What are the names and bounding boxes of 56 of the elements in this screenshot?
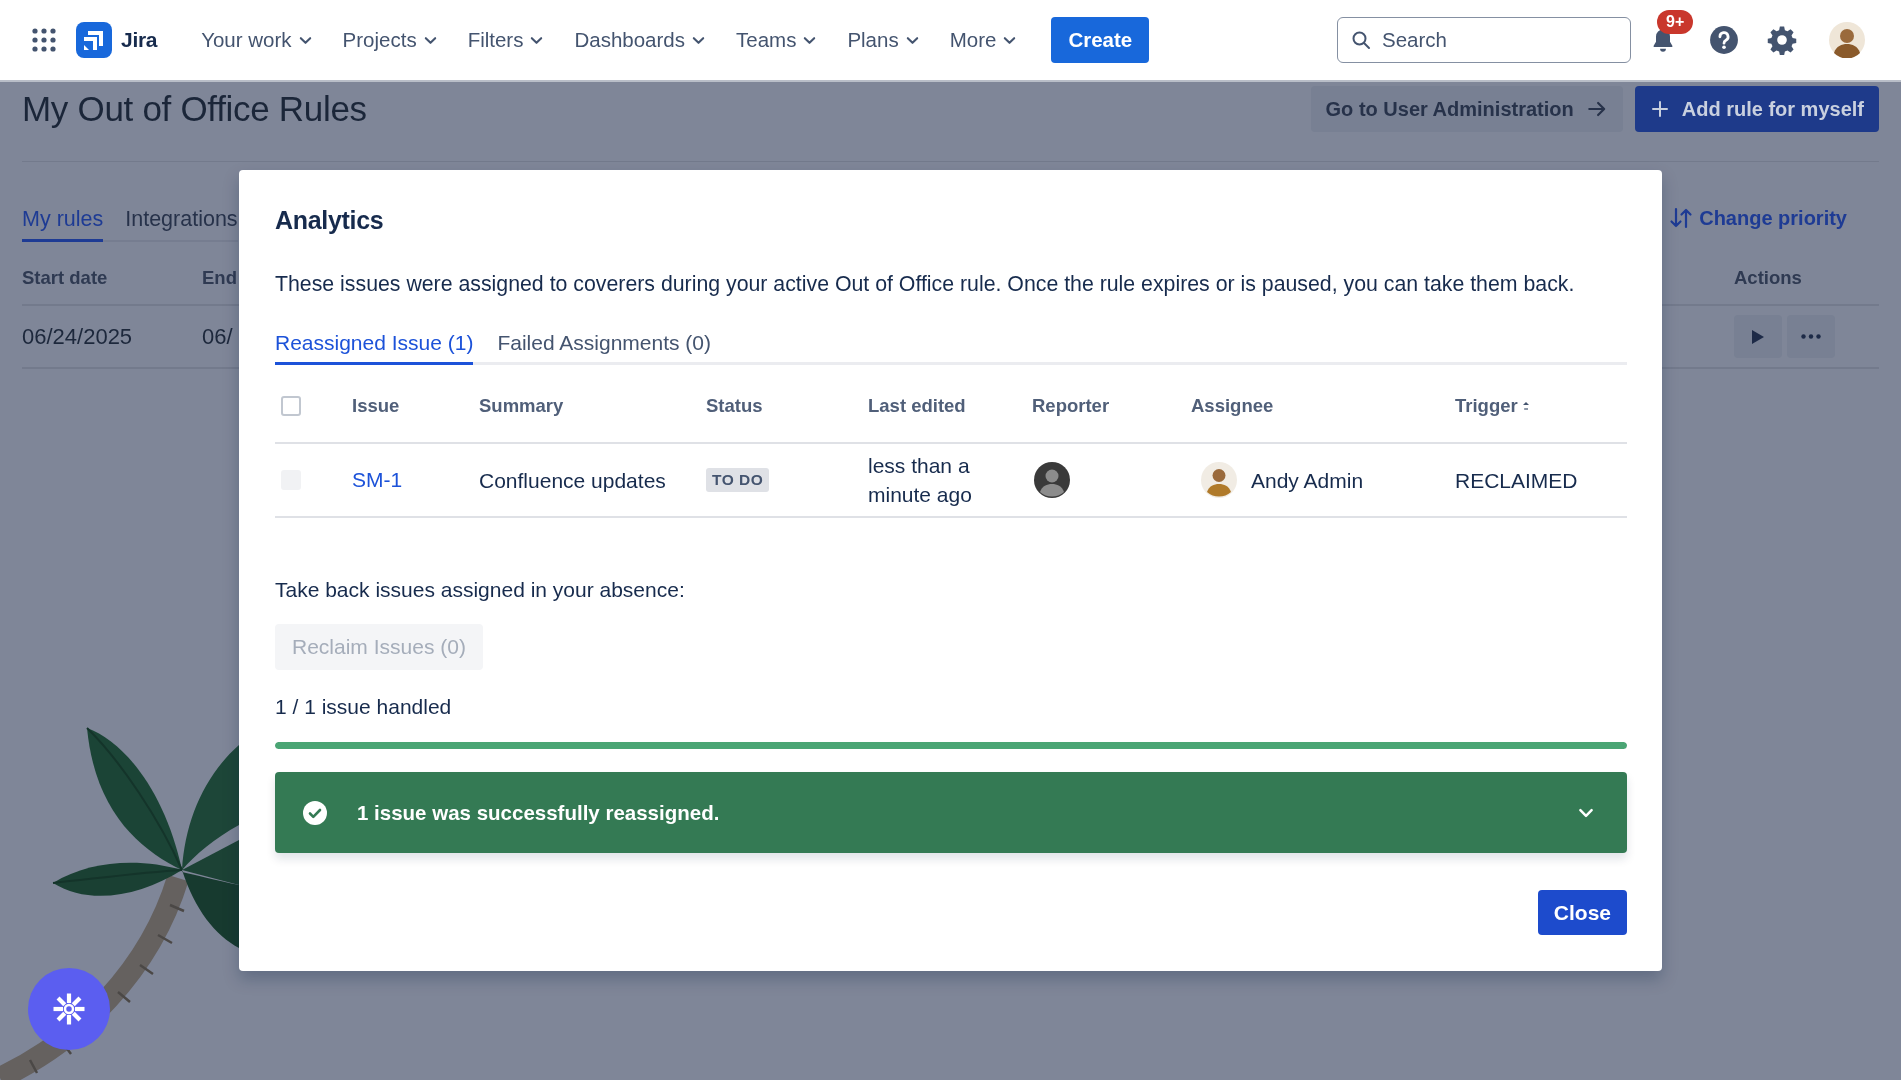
avatar-icon bbox=[1201, 462, 1237, 498]
nav-menu-button[interactable]: Projects bbox=[334, 20, 446, 60]
table-cell: 06/ bbox=[202, 323, 233, 350]
column-header: Actions bbox=[1734, 267, 1802, 289]
banner-message: 1 issue was successfully reassigned. bbox=[357, 800, 721, 825]
settings-icon[interactable] bbox=[1767, 25, 1797, 55]
nav-menu-button[interactable]: More bbox=[941, 20, 1026, 60]
column-header: Reporter bbox=[1032, 394, 1110, 417]
reclaim-prompt: Take back issues assigned in your absence: bbox=[275, 577, 686, 602]
tab[interactable]: Integrations bbox=[125, 207, 238, 242]
profile-avatar-icon[interactable] bbox=[1829, 22, 1865, 58]
status-lozenge: TO DO bbox=[706, 468, 770, 492]
sort-icon[interactable] bbox=[1521, 399, 1530, 412]
nav-menu-button[interactable]: Your work bbox=[193, 20, 321, 60]
checkbox[interactable] bbox=[281, 395, 301, 416]
assignee-name: Andy Admin bbox=[1251, 467, 1364, 494]
search-icon bbox=[1351, 30, 1371, 50]
check-circle-icon bbox=[302, 799, 328, 826]
plus-icon bbox=[1649, 99, 1670, 119]
product-name[interactable]: Jira bbox=[121, 28, 158, 52]
nav-menu-button[interactable]: Teams bbox=[728, 20, 826, 60]
sort-arrows-icon bbox=[1669, 206, 1694, 230]
page-title: My Out of Office Rules bbox=[22, 89, 367, 129]
column-header: Summary bbox=[479, 394, 564, 417]
more-icon bbox=[1801, 334, 1821, 339]
tab[interactable]: Reassigned Issue (1) bbox=[275, 330, 474, 365]
nav-menu-button[interactable]: Dashboards bbox=[566, 20, 714, 60]
create-button[interactable]: Create bbox=[1051, 17, 1150, 63]
add-rule-button[interactable]: Add rule for myself bbox=[1634, 86, 1879, 132]
dialog-title: Analytics bbox=[275, 205, 385, 236]
notification-count: 9+ bbox=[1657, 10, 1694, 34]
table-cell-text: RECLAIMED bbox=[1455, 467, 1578, 494]
tab[interactable]: Failed Assignments (0) bbox=[497, 330, 712, 365]
column-header: Issue bbox=[352, 394, 400, 417]
play-icon bbox=[1751, 328, 1765, 345]
progress-label: 1 / 1 issue handled bbox=[275, 694, 453, 719]
dialog-description: These issues were assigned to coverers during your active Out of Office rule. Once the rule expires or is paused, you can take them back. bbox=[275, 272, 1576, 297]
resume-button[interactable] bbox=[1734, 315, 1782, 358]
column-header: Assignee bbox=[1191, 394, 1274, 417]
column-header: Status bbox=[706, 394, 763, 417]
table-cell-text: Confluence updates bbox=[479, 467, 666, 494]
column-header: Trigger bbox=[1455, 394, 1518, 417]
nav-menu-button[interactable]: Plans bbox=[839, 20, 928, 60]
column-header: End bbox=[202, 267, 237, 289]
column-header: Last edited bbox=[868, 394, 966, 417]
close-button[interactable]: Close bbox=[1537, 890, 1627, 935]
logo-icon[interactable] bbox=[76, 22, 112, 58]
search-field[interactable]: Search bbox=[1337, 17, 1631, 63]
app-switcher-icon[interactable] bbox=[32, 28, 56, 52]
table-cell-text: less than a minute ago bbox=[868, 453, 973, 508]
avatar-icon bbox=[1034, 462, 1070, 498]
table-cell: 06/24/2025 bbox=[22, 323, 133, 350]
help-icon[interactable] bbox=[1709, 25, 1739, 55]
column-header: Start date bbox=[22, 267, 108, 289]
nav-menu-button[interactable]: Filters bbox=[459, 20, 553, 60]
starburst-icon bbox=[52, 992, 86, 1026]
